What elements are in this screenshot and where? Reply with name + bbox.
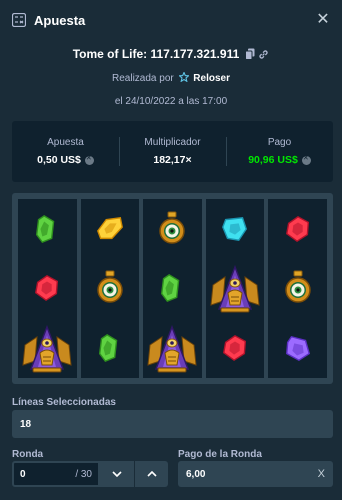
round-up-button[interactable] <box>134 461 168 487</box>
placed-by-label: Realizada por <box>112 73 174 84</box>
copy-icon[interactable] <box>245 48 255 60</box>
stat-multiplier-label: Multiplicador <box>144 137 201 148</box>
pharaoh-icon <box>145 320 199 376</box>
stat-bet: Apuesta 0,50 US$ <box>12 121 119 182</box>
reel-column <box>205 199 265 378</box>
round-payout-field: 6,00 X <box>178 461 333 487</box>
stat-payout-value: 90,96 US$ <box>248 154 311 166</box>
red-gem-icon <box>208 320 262 376</box>
lines-field: 18 <box>12 410 333 438</box>
green-gem-icon <box>83 320 137 376</box>
green-gem-icon <box>145 260 199 316</box>
red-gem-icon <box>20 260 74 316</box>
slot-reels <box>12 193 333 384</box>
placed-by: Realizada por Reloser <box>0 72 342 84</box>
round-payout-value: 6,00 <box>186 468 206 480</box>
game-id-text: Tome of Life: 117.177.321.911 <box>72 47 240 61</box>
bet-amount: 0,50 US$ <box>37 154 81 166</box>
green-gem-icon <box>20 201 74 257</box>
reel-column <box>18 199 77 378</box>
red-gem-icon <box>271 201 325 257</box>
payout-amount: 90,96 US$ <box>248 154 298 166</box>
chevron-up-icon <box>146 471 157 477</box>
round-value: 0 <box>20 468 26 480</box>
bet-stats-panel: Apuesta 0,50 US$ Multiplicador 182,17× P… <box>12 121 333 182</box>
stat-bet-value: 0,50 US$ <box>37 154 94 166</box>
stat-multiplier: Multiplicador 182,17× <box>119 121 226 182</box>
round-input[interactable]: 0 / 30 <box>12 461 100 487</box>
currency-icon <box>301 154 311 165</box>
link-icon[interactable] <box>258 49 269 60</box>
stat-payout: Pago 90,96 US$ <box>226 121 333 182</box>
reel-column <box>80 199 140 378</box>
eye-amulet-icon <box>83 260 137 316</box>
username-link[interactable]: Reloser <box>193 73 230 84</box>
reel-column <box>143 199 202 378</box>
eye-amulet-icon <box>271 260 325 316</box>
purple-gem-icon <box>271 320 325 376</box>
lines-value: 18 <box>20 418 32 430</box>
vip-star-icon <box>178 72 189 82</box>
cyan-gem-icon <box>208 201 262 257</box>
reel-grid <box>18 199 327 378</box>
modal-title: Apuesta <box>34 12 86 28</box>
bet-date: el 24/10/2022 a las 17:00 <box>114 96 228 107</box>
game-id-line: Tome of Life: 117.177.321.911 <box>0 46 342 62</box>
modal-header: Apuesta ✕ <box>0 0 342 40</box>
reel-column <box>268 199 327 378</box>
round-label: Ronda <box>12 449 44 460</box>
pharaoh-icon <box>20 320 74 376</box>
round-payout-label: Pago de la Ronda <box>178 449 262 460</box>
stat-payout-label: Pago <box>267 137 292 148</box>
bet-slip-icon <box>12 13 26 27</box>
round-total: / 30 <box>75 468 92 480</box>
currency-x-icon: X <box>317 468 325 480</box>
pharaoh-icon <box>208 260 262 316</box>
stat-multiplier-value: 182,17× <box>153 154 192 166</box>
stat-bet-label: Apuesta <box>47 137 84 148</box>
yellow-gem-icon <box>83 201 137 257</box>
eye-amulet-icon <box>145 201 199 257</box>
currency-icon <box>84 154 94 165</box>
chevron-down-icon <box>112 471 122 477</box>
close-icon[interactable]: ✕ <box>314 11 332 29</box>
lines-label: Líneas Seleccionadas <box>12 397 116 408</box>
round-down-button[interactable] <box>100 461 134 487</box>
